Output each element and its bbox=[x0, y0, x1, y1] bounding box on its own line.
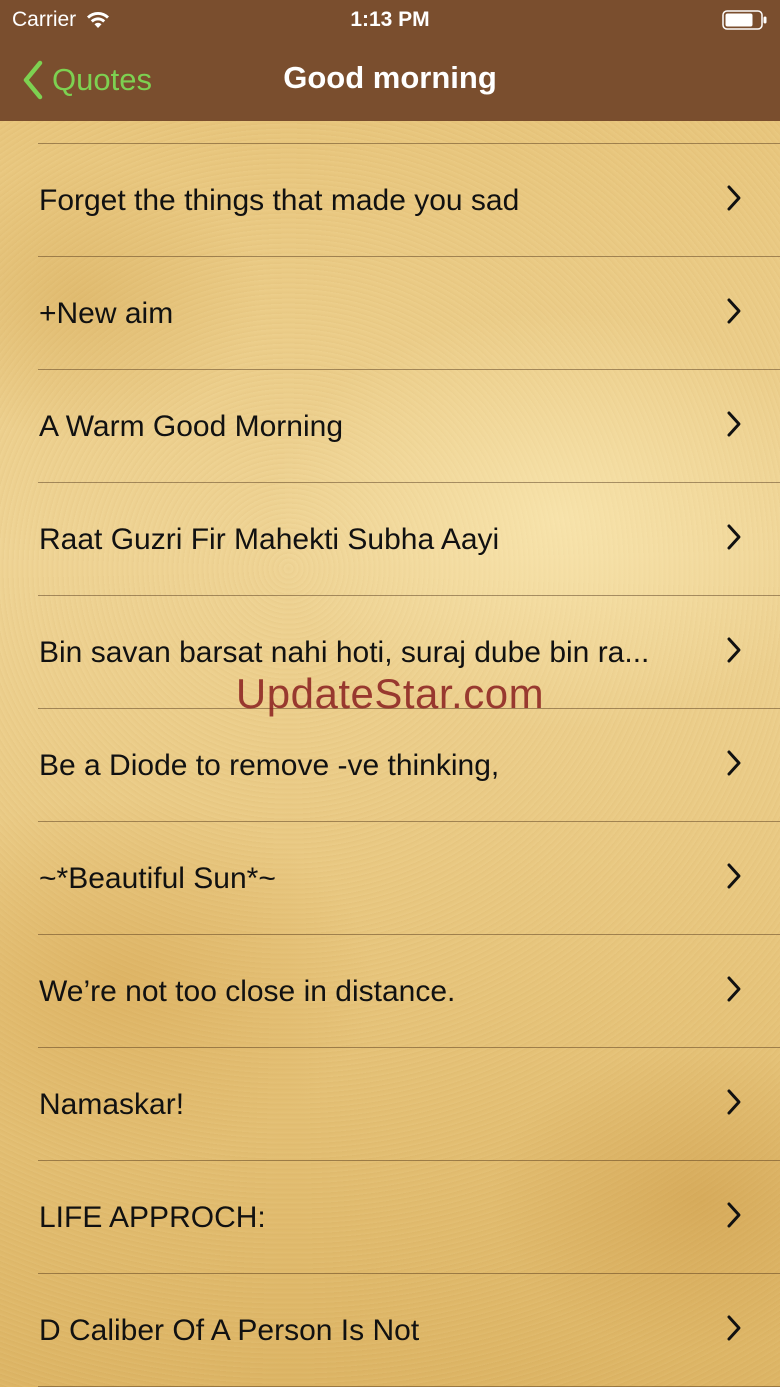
battery-icon bbox=[722, 10, 767, 30]
list-item-label: Bin savan barsat nahi hoti, suraj dube b… bbox=[39, 636, 650, 669]
chevron-right-icon bbox=[727, 1202, 741, 1228]
list-item-label: Namaskar! bbox=[39, 1088, 185, 1121]
list-item[interactable]: A Warm Good Morning bbox=[0, 370, 780, 483]
list-item[interactable]: Forget the things that made you sad bbox=[0, 144, 780, 257]
chevron-right-icon bbox=[727, 524, 741, 550]
chevron-right-icon bbox=[727, 976, 741, 1002]
chevron-right-icon bbox=[727, 411, 741, 437]
list-item[interactable]: LIFE APPROCH: bbox=[0, 1161, 780, 1274]
list-item-label: A Warm Good Morning bbox=[39, 410, 343, 443]
list-item[interactable]: Bin savan barsat nahi hoti, suraj dube b… bbox=[0, 596, 780, 709]
list-item[interactable]: We’re not too close in distance. bbox=[0, 935, 780, 1048]
list-item-label: +New aim bbox=[39, 297, 174, 330]
list-item-label: Raat Guzri Fir Mahekti Subha Aayi bbox=[39, 523, 500, 556]
list-item[interactable]: Namaskar! bbox=[0, 1048, 780, 1161]
page-title: Good morning bbox=[283, 60, 497, 95]
list-item[interactable]: Raat Guzri Fir Mahekti Subha Aayi bbox=[0, 483, 780, 596]
status-bar: Carrier 1:13 PM bbox=[0, 0, 780, 40]
list-item-label: LIFE APPROCH: bbox=[39, 1201, 266, 1234]
status-time: 1:13 PM bbox=[350, 8, 430, 31]
list-item-label: ~*Beautiful Sun*~ bbox=[39, 862, 276, 895]
chevron-right-icon bbox=[727, 185, 741, 211]
chevron-right-icon bbox=[727, 750, 741, 776]
list-item[interactable]: +New aim bbox=[0, 257, 780, 370]
list-item-label: D Caliber Of A Person Is Not bbox=[39, 1314, 420, 1347]
list-item-label: Be a Diode to remove -ve thinking, bbox=[39, 749, 500, 782]
chevron-right-icon bbox=[727, 1315, 741, 1341]
top-bar: Carrier 1:13 PM Quotes Good morning bbox=[0, 0, 780, 121]
list-item[interactable]: Be a Diode to remove -ve thinking, bbox=[0, 709, 780, 822]
chevron-right-icon bbox=[727, 298, 741, 324]
chevron-right-icon bbox=[727, 863, 741, 889]
navigation-bar: Quotes Good morning bbox=[0, 40, 780, 121]
list-item-label: Forget the things that made you sad bbox=[39, 184, 520, 217]
chevron-right-icon bbox=[727, 1089, 741, 1115]
chevron-right-icon bbox=[727, 637, 741, 663]
list-item-label: We’re not too close in distance. bbox=[39, 975, 456, 1008]
list-item[interactable]: D Caliber Of A Person Is Not bbox=[0, 1274, 780, 1387]
list-item[interactable]: ~*Beautiful Sun*~ bbox=[0, 822, 780, 935]
